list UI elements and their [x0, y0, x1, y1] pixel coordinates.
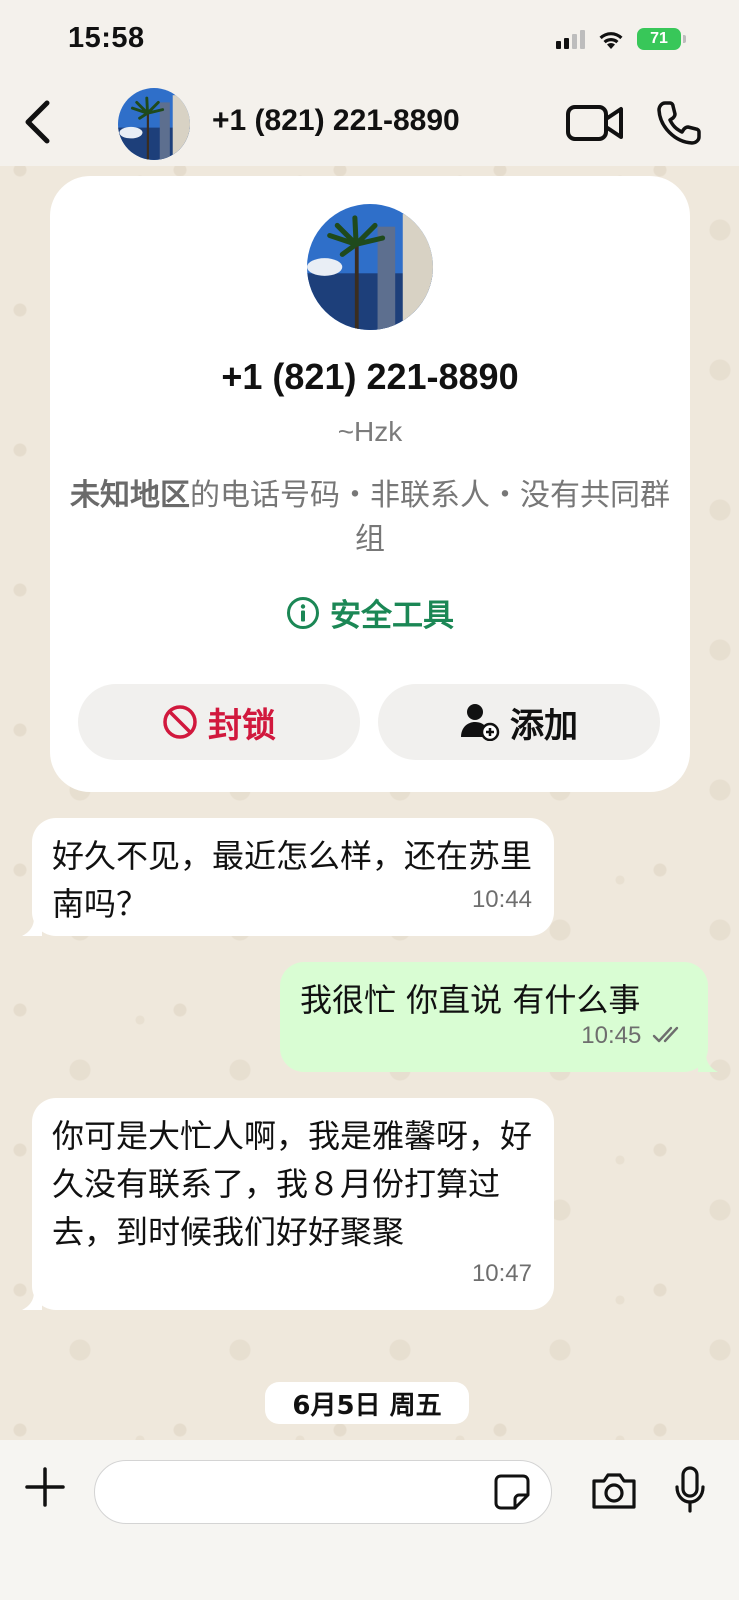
block-icon — [163, 705, 197, 739]
sticker-icon — [494, 1474, 530, 1510]
bubble-tail — [698, 1054, 718, 1072]
attach-button[interactable] — [20, 1462, 70, 1512]
video-call-button[interactable] — [563, 98, 627, 148]
message-composer — [0, 1440, 739, 1600]
microphone-icon — [675, 1466, 705, 1513]
status-bar: 15:58 71 — [0, 0, 739, 80]
message-time: 10:44 — [471, 886, 532, 913]
card-info-region: 未知地区 — [70, 478, 190, 513]
safety-tools-link[interactable]: 安全工具 — [50, 590, 690, 635]
voice-call-button[interactable] — [652, 96, 706, 150]
add-contact-button[interactable]: 添加 — [378, 684, 660, 760]
back-button[interactable] — [12, 92, 62, 152]
card-info-text: 未知地区的电话号码・非联系人・没有共同群组 — [70, 474, 670, 562]
contact-info-card: +1 (821) 221-8890 ~Hzk 未知地区的电话号码・非联系人・没有… — [50, 176, 690, 792]
add-label: 添加 — [510, 705, 578, 746]
palm-tree-photo-icon — [307, 204, 433, 330]
palm-tree-photo-icon — [118, 88, 190, 160]
phone-icon — [657, 101, 701, 145]
battery-level: 71 — [650, 30, 668, 47]
safety-tools-label: 安全工具 — [330, 598, 454, 634]
battery-icon: 71 — [637, 28, 686, 50]
header-title[interactable]: +1 (821) 221-8890 — [212, 104, 460, 138]
message-text: 你可是大忙人啊，我是雅馨呀，好久没有联系了，我８月份打算过去，到时候我们好好聚聚 — [52, 1117, 533, 1251]
cellular-signal-icon — [556, 29, 585, 49]
status-time: 15:58 — [68, 22, 145, 54]
sticker-button[interactable] — [490, 1470, 534, 1514]
message-time: 10:47 — [471, 1260, 532, 1287]
message-bubble-incoming[interactable]: 好久不见，最近怎么样，还在苏里南吗？ 10:44 — [22, 818, 554, 936]
chevron-left-icon — [25, 100, 50, 144]
video-camera-icon — [566, 105, 623, 141]
info-icon — [287, 596, 319, 629]
chat-header: +1 (821) 221-8890 — [0, 80, 739, 166]
message-time: 10:45 — [581, 1022, 642, 1049]
voice-message-button[interactable] — [666, 1460, 714, 1520]
contact-avatar[interactable] — [118, 88, 190, 160]
message-bubble-incoming[interactable]: 你可是大忙人啊，我是雅馨呀，好久没有联系了，我８月份打算过去，到时候我们好好聚聚… — [22, 1098, 554, 1310]
message-time-status: 10:45 — [581, 1012, 686, 1060]
plus-icon — [25, 1467, 65, 1507]
wifi-icon — [597, 28, 625, 50]
card-avatar[interactable] — [307, 204, 433, 330]
block-label: 封锁 — [208, 705, 276, 746]
status-icons: 71 — [556, 28, 686, 50]
card-phone-number: +1 (821) 221-8890 — [221, 356, 519, 397]
card-username: ~Hzk — [337, 416, 403, 447]
message-input[interactable] — [94, 1460, 552, 1524]
message-bubble-outgoing[interactable]: 我很忙 你直说 有什么事 10:45 — [280, 962, 718, 1072]
block-button[interactable]: 封锁 — [78, 684, 360, 760]
bubble-tail — [22, 918, 42, 936]
date-separator: 6月5日 周五 — [265, 1382, 469, 1424]
camera-icon — [592, 1473, 636, 1509]
add-person-icon — [461, 704, 500, 741]
read-receipt-icon — [652, 1026, 679, 1043]
bubble-tail — [22, 1292, 42, 1310]
message-text: 好久不见，最近怎么样，还在苏里南吗？ — [52, 837, 533, 923]
camera-button[interactable] — [586, 1464, 642, 1518]
card-info-details: 的电话号码・非联系人・没有共同群组 — [190, 478, 670, 557]
